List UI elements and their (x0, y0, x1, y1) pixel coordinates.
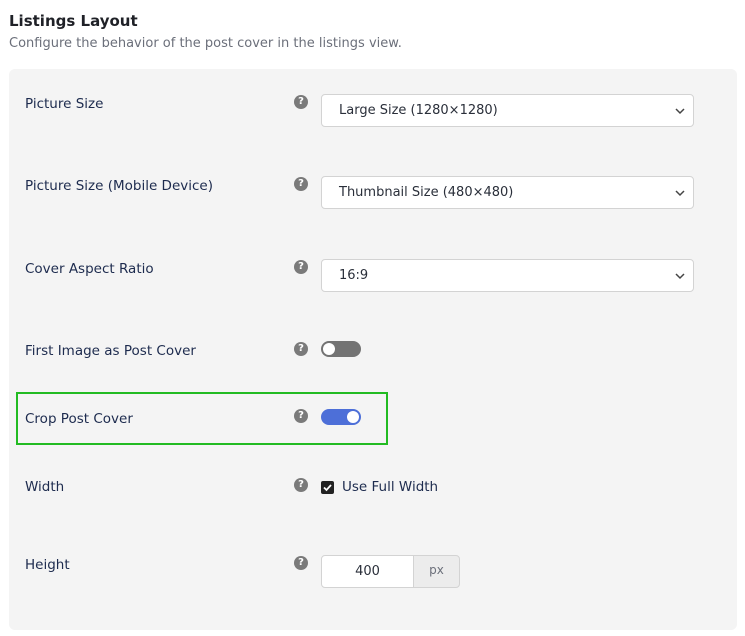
cover-aspect-ratio-label: Cover Aspect Ratio (25, 261, 154, 277)
height-unit-label: px (413, 555, 460, 588)
height-input[interactable]: 400 (321, 555, 414, 588)
help-icon[interactable]: ? (294, 409, 308, 423)
first-image-cover-toggle[interactable] (321, 341, 361, 357)
use-full-width-label[interactable]: Use Full Width (342, 479, 438, 495)
picture-size-mobile-label: Picture Size (Mobile Device) (25, 178, 213, 194)
picture-size-select[interactable]: Large Size (1280×1280) (321, 94, 694, 127)
checkmark-icon (323, 484, 332, 492)
picture-size-label: Picture Size (25, 96, 104, 112)
first-image-cover-label: First Image as Post Cover (25, 343, 196, 359)
help-icon[interactable]: ? (294, 95, 308, 109)
section-subtitle: Configure the behavior of the post cover… (9, 36, 402, 51)
width-label: Width (25, 479, 65, 495)
crop-post-cover-toggle[interactable] (321, 409, 361, 425)
use-full-width-checkbox[interactable] (321, 481, 334, 494)
section-title: Listings Layout (9, 12, 138, 30)
chevron-down-icon (675, 190, 685, 197)
help-icon[interactable]: ? (294, 342, 308, 356)
height-label: Height (25, 557, 70, 573)
chevron-down-icon (675, 108, 685, 115)
help-icon[interactable]: ? (294, 478, 308, 492)
cover-aspect-ratio-select[interactable]: 16:9 (321, 259, 694, 292)
chevron-down-icon (675, 273, 685, 280)
toggle-knob (323, 343, 335, 355)
picture-size-value: Large Size (1280×1280) (339, 103, 498, 118)
help-icon[interactable]: ? (294, 177, 308, 191)
help-icon[interactable]: ? (294, 260, 308, 274)
picture-size-mobile-value: Thumbnail Size (480×480) (339, 185, 514, 200)
help-icon[interactable]: ? (294, 556, 308, 570)
toggle-knob (347, 411, 359, 423)
crop-post-cover-label: Crop Post Cover (25, 411, 133, 427)
cover-aspect-ratio-value: 16:9 (339, 268, 369, 283)
picture-size-mobile-select[interactable]: Thumbnail Size (480×480) (321, 176, 694, 209)
